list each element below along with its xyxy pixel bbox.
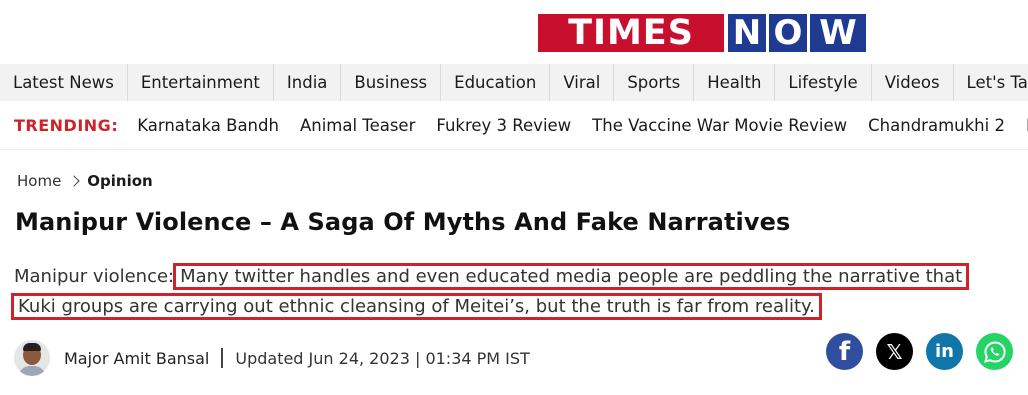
breadcrumb: Home Opinion (17, 172, 153, 190)
share-buttons: f 𝕏 in (826, 333, 1013, 370)
byline: Major Amit Bansal Updated Jun 24, 2023 |… (14, 340, 530, 376)
nav-india[interactable]: India (274, 64, 342, 101)
nav-lets-talk[interactable]: Let's Talk (954, 64, 1028, 101)
logo-letter-w: W (810, 13, 866, 53)
whatsapp-icon (983, 340, 1006, 363)
nav-lifestyle[interactable]: Lifestyle (775, 64, 872, 101)
updated-timestamp: Updated Jun 24, 2023 | 01:34 PM IST (235, 348, 530, 368)
facebook-icon: f (838, 336, 851, 367)
author-avatar[interactable] (14, 340, 50, 376)
breadcrumb-opinion[interactable]: Opinion (87, 172, 152, 190)
logo-letter-n: N (728, 13, 766, 53)
nav-health[interactable]: Health (694, 64, 776, 101)
nav-entertainment[interactable]: Entertainment (128, 64, 274, 101)
nav-latest-news[interactable]: Latest News (0, 64, 128, 101)
x-icon: 𝕏 (886, 339, 903, 364)
trending-bar: TRENDING: Karnataka Bandh Animal Teaser … (0, 102, 1028, 150)
article-summary: Manipur violence: Many twitter handles an… (11, 262, 1014, 322)
logo-now-block: N O W (724, 13, 866, 53)
trending-label: TRENDING: (14, 116, 119, 135)
trending-item[interactable]: Fukrey 3 Review (436, 116, 571, 135)
x-share-button[interactable]: 𝕏 (876, 333, 913, 370)
summary-line-1: Manipur violence: Many twitter handles an… (14, 262, 1014, 292)
nav-education[interactable]: Education (441, 64, 551, 101)
summary-highlight-1: Many twitter handles and even educated m… (173, 263, 970, 290)
linkedin-icon: in (935, 341, 954, 362)
avatar-body (18, 366, 46, 376)
logo-letter-o: O (769, 13, 807, 53)
logo-times-block: TIMES (538, 13, 724, 53)
linkedin-share-button[interactable]: in (926, 333, 963, 370)
chevron-right-icon (68, 175, 80, 187)
byline-divider (221, 348, 224, 368)
trending-item[interactable]: Chandramukhi 2 (868, 116, 1005, 135)
main-nav: Latest News Entertainment India Business… (0, 64, 1028, 101)
nav-viral[interactable]: Viral (550, 64, 615, 101)
trending-item[interactable]: Karnataka Bandh (137, 116, 279, 135)
nav-business[interactable]: Business (341, 64, 442, 101)
facebook-share-button[interactable]: f (826, 333, 863, 370)
timesnow-logo[interactable]: TIMES N O W (538, 13, 888, 53)
summary-line-2: Kuki groups are carrying out ethnic clea… (11, 292, 1014, 322)
author-name[interactable]: Major Amit Bansal (64, 349, 209, 368)
summary-prefix: Manipur violence: (14, 266, 175, 287)
article-headline: Manipur Violence – A Saga Of Myths And F… (15, 208, 791, 236)
summary-highlight-2: Kuki groups are carrying out ethnic clea… (11, 293, 822, 320)
breadcrumb-home[interactable]: Home (17, 172, 61, 190)
trending-item[interactable]: The Vaccine War Movie Review (592, 116, 847, 135)
trending-item[interactable]: Animal Teaser (300, 116, 415, 135)
nav-sports[interactable]: Sports (614, 64, 695, 101)
nav-videos[interactable]: Videos (872, 64, 954, 101)
avatar-hair (23, 343, 41, 351)
whatsapp-share-button[interactable] (976, 333, 1013, 370)
